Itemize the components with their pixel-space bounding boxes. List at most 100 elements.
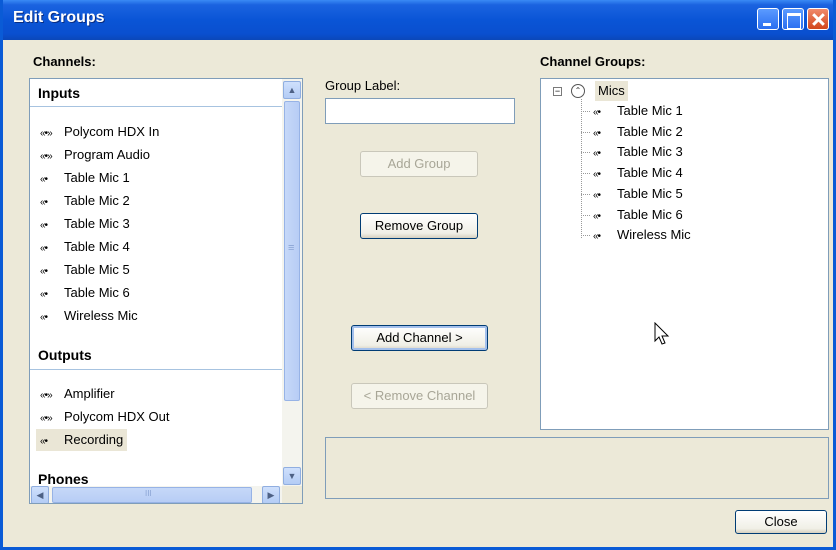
channel-label: Table Mic 5 (64, 262, 130, 277)
channel-groups-label: Channel Groups: (540, 54, 646, 69)
tree-channel-item[interactable]: «• Wireless Mic (593, 225, 691, 245)
tree-connector (581, 173, 591, 175)
minimize-icon[interactable] (757, 8, 779, 30)
signal-icon: «• (40, 312, 48, 323)
window-title: Edit Groups (13, 9, 105, 26)
channel-label: Program Audio (64, 147, 150, 162)
tree-group-mics[interactable]: − ⌃ Mics (541, 81, 741, 101)
signal-icon: «• (40, 266, 48, 277)
tree-channel-item[interactable]: «• Table Mic 3 (593, 142, 683, 162)
remove-group-button[interactable]: Remove Group (360, 213, 478, 239)
collapse-icon[interactable]: − (553, 87, 562, 96)
signal-icon: «• (593, 148, 601, 160)
tree-channel-label: Wireless Mic (617, 227, 691, 243)
tree-connector (581, 131, 591, 133)
signal-icon: «• (593, 107, 601, 118)
close-icon[interactable] (807, 8, 829, 30)
signal-icon: «• (593, 127, 601, 139)
dual-signal-icon: «•» (40, 390, 53, 401)
tree-connector (581, 111, 591, 112)
channel-label: Table Mic 4 (64, 239, 130, 254)
signal-icon: «• (40, 436, 48, 447)
scroll-thumb[interactable] (52, 487, 252, 503)
tree-connector (581, 99, 582, 238)
channels-list[interactable]: Inputs «•» Polycom HDX In «•» Program Audio… (29, 78, 303, 504)
tree-channel-label: Table Mic 1 (617, 103, 683, 118)
scroll-up-icon[interactable]: ▲ (283, 81, 301, 99)
channel-item[interactable]: «•» Polycom HDX In (36, 121, 163, 143)
vertical-scrollbar[interactable]: ▲ ▼ (282, 79, 302, 486)
group-label-input[interactable] (325, 98, 515, 124)
channel-item[interactable]: «•» Program Audio (36, 144, 154, 166)
signal-icon: «• (40, 174, 48, 185)
channel-item[interactable]: «• Wireless Mic (36, 305, 142, 327)
channel-label: Amplifier (64, 386, 115, 401)
channel-label: Wireless Mic (64, 308, 138, 323)
scrollbar-corner (282, 486, 302, 503)
scroll-right-icon[interactable]: ▶ (262, 486, 280, 503)
channel-label: Table Mic 3 (64, 216, 130, 231)
group-divider (30, 106, 284, 107)
channel-item[interactable]: «• Recording (36, 429, 128, 451)
tree-channel-item[interactable]: «• Table Mic 6 (593, 205, 683, 225)
channel-item[interactable]: «• Table Mic 6 (36, 282, 134, 304)
horizontal-scrollbar[interactable]: ◀ ▶ (30, 486, 282, 503)
group-icon: ⌃ (571, 84, 585, 98)
group-divider (30, 369, 284, 370)
tree-connector (581, 193, 591, 195)
scroll-left-icon[interactable]: ◀ (31, 486, 49, 503)
tree-connector (581, 152, 591, 154)
title-bar[interactable]: Edit Groups (3, 0, 833, 40)
channel-label: Table Mic 2 (64, 193, 130, 208)
channels-label: Channels: (33, 54, 96, 69)
tree-channel-item[interactable]: «• Table Mic 2 (593, 122, 683, 142)
edit-groups-window: Edit Groups Channels: Inputs «•» Polycom … (0, 0, 836, 550)
scroll-down-icon[interactable]: ▼ (283, 467, 301, 485)
tree-channel-item[interactable]: «• Table Mic 1 (593, 101, 683, 121)
channel-label: Recording (64, 432, 124, 447)
signal-icon: «• (593, 231, 601, 243)
tree-connector (581, 214, 591, 216)
channel-label: Table Mic 6 (64, 285, 130, 300)
group-header-inputs: Inputs (38, 85, 80, 101)
channel-item[interactable]: «• Table Mic 1 (36, 167, 134, 189)
scroll-thumb[interactable] (284, 101, 300, 401)
tree-group-label: Mics (595, 81, 628, 101)
tree-channel-item[interactable]: «• Table Mic 4 (593, 163, 683, 183)
signal-icon: «• (593, 189, 601, 201)
group-header-phones: Phones (38, 471, 89, 487)
signal-icon: «• (593, 169, 601, 181)
mouse-cursor-icon (654, 322, 670, 345)
signal-icon: «• (40, 289, 48, 300)
tree-channel-label: Table Mic 5 (617, 185, 683, 201)
channel-groups-tree[interactable]: − ⌃ Mics «• Table Mic 1 «• Table Mic 2 «• Tab… (540, 78, 829, 430)
tree-channel-label: Table Mic 3 (617, 144, 683, 160)
add-channel-button[interactable]: Add Channel > (351, 325, 488, 351)
channel-item[interactable]: «• Table Mic 5 (36, 259, 134, 281)
signal-icon: «• (593, 210, 601, 222)
group-label-caption: Group Label: (325, 78, 401, 93)
remove-channel-button[interactable]: < Remove Channel (351, 383, 488, 409)
message-area (325, 437, 829, 499)
tree-channel-label: Table Mic 2 (617, 123, 683, 139)
tree-channel-label: Table Mic 4 (617, 165, 683, 181)
dual-signal-icon: «•» (40, 413, 53, 424)
close-button[interactable]: Close (735, 510, 827, 534)
add-group-button[interactable]: Add Group (360, 151, 478, 177)
channel-item[interactable]: «• Table Mic 4 (36, 236, 134, 258)
channel-label: Polycom HDX In (64, 124, 160, 139)
group-header-outputs: Outputs (38, 347, 92, 363)
signal-icon: «• (40, 243, 48, 254)
tree-channel-label: Table Mic 6 (617, 206, 683, 222)
signal-icon: «• (40, 220, 48, 231)
channel-item[interactable]: «•» Polycom HDX Out (36, 406, 173, 428)
signal-icon: «• (40, 197, 48, 208)
dual-signal-icon: «•» (40, 128, 53, 139)
channel-label: Polycom HDX Out (64, 409, 170, 424)
tree-channel-item[interactable]: «• Table Mic 5 (593, 184, 683, 204)
tree-connector (581, 235, 591, 237)
channel-item[interactable]: «•» Amplifier (36, 383, 119, 405)
maximize-icon[interactable] (782, 8, 804, 30)
channel-item[interactable]: «• Table Mic 2 (36, 190, 134, 212)
channel-item[interactable]: «• Table Mic 3 (36, 213, 134, 235)
